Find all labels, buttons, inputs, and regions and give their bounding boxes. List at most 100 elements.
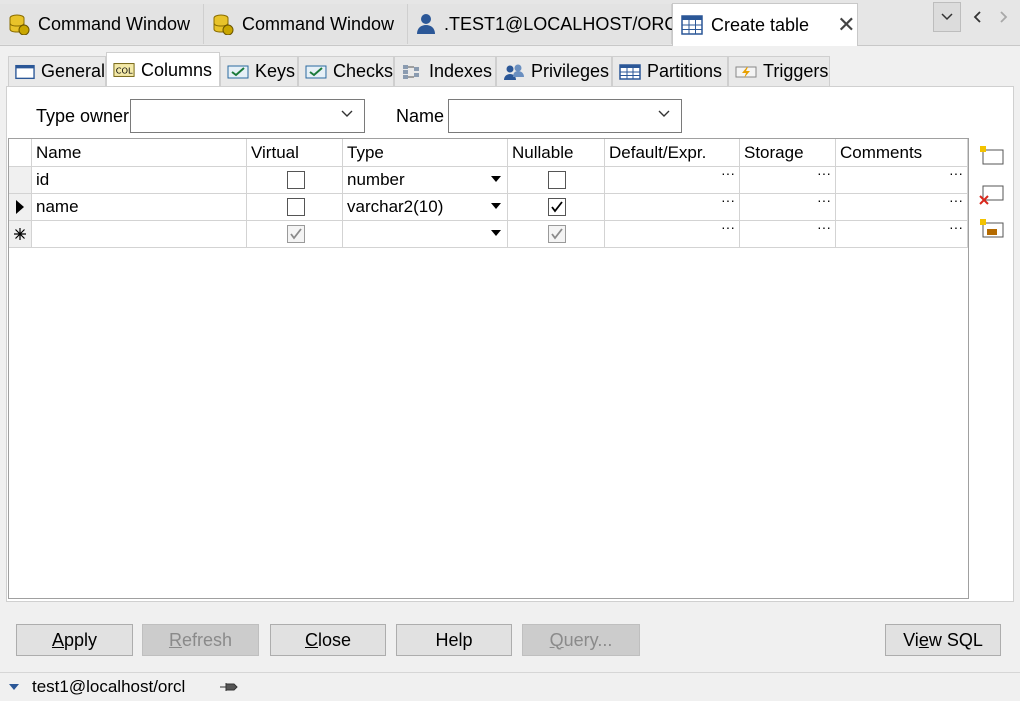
label-part: efresh xyxy=(181,629,233,650)
cell-storage[interactable]: ··· xyxy=(740,167,836,194)
doc-tab-command-window-1[interactable]: Command Window xyxy=(0,4,204,44)
cell-nullable[interactable] xyxy=(508,167,605,194)
cell-nullable[interactable] xyxy=(508,221,605,248)
doc-tab-label: Command Window xyxy=(242,13,395,34)
column-header-type[interactable]: Type xyxy=(343,139,508,167)
table-row[interactable]: id number ··· ··· ··· xyxy=(9,167,968,194)
tab-indexes[interactable]: Indexes xyxy=(394,56,496,86)
cell-storage[interactable]: ··· xyxy=(740,194,836,221)
tab-triggers[interactable]: Triggers xyxy=(728,56,830,86)
close-button[interactable]: Close xyxy=(270,624,386,656)
cell-name[interactable]: id xyxy=(32,167,247,194)
columns-icon: COL xyxy=(113,63,135,77)
ellipsis-button[interactable]: ··· xyxy=(949,221,963,235)
chevron-down-icon xyxy=(341,110,353,117)
apply-button[interactable]: Apply xyxy=(16,624,133,656)
insert-row-button[interactable] xyxy=(979,144,1005,168)
table-icon xyxy=(619,63,641,80)
tab-partitions[interactable]: Partitions xyxy=(612,56,728,86)
column-header-storage[interactable]: Storage xyxy=(740,139,836,167)
virtual-checkbox[interactable] xyxy=(287,171,305,189)
cell-type[interactable]: varchar2(10) xyxy=(343,194,508,221)
table-row[interactable]: name varchar2(10) ··· ··· ··· xyxy=(9,194,968,221)
column-header-virtual[interactable]: Virtual xyxy=(247,139,343,167)
cell-virtual[interactable] xyxy=(247,167,343,194)
row-indicator[interactable] xyxy=(9,167,32,194)
delete-row-icon xyxy=(979,185,1004,205)
tab-list-dropdown-button[interactable] xyxy=(933,2,961,32)
pin-icon[interactable] xyxy=(219,680,239,694)
name-combobox[interactable] xyxy=(448,99,682,133)
nullable-checkbox[interactable] xyxy=(548,198,566,216)
view-sql-button[interactable]: Vi e w SQL xyxy=(885,624,1001,656)
column-header-default[interactable]: Default/Expr. xyxy=(605,139,740,167)
cell-type[interactable] xyxy=(343,221,508,248)
key-check-icon xyxy=(227,65,249,78)
label-part: Vi xyxy=(903,629,919,650)
dropdown-arrow-icon[interactable] xyxy=(491,176,501,182)
cell-default[interactable]: ··· xyxy=(605,221,740,248)
virtual-checkbox[interactable] xyxy=(287,198,305,216)
ellipsis-button[interactable]: ··· xyxy=(817,221,831,235)
new-row-asterisk-icon xyxy=(14,228,26,240)
header-indicator-cell xyxy=(9,139,32,167)
document-tab-bar: Command Window Command Window .TEST1@LOC… xyxy=(0,0,1020,46)
help-button[interactable]: Help xyxy=(396,624,512,656)
cell-comments[interactable]: ··· xyxy=(836,221,968,248)
ellipsis-button[interactable]: ··· xyxy=(817,194,831,208)
cell-virtual[interactable] xyxy=(247,221,343,248)
tab-checks[interactable]: Checks xyxy=(298,56,394,86)
cell-default[interactable]: ··· xyxy=(605,167,740,194)
connection-label[interactable]: test1@localhost/orcl xyxy=(32,677,185,697)
scroll-tabs-left-button[interactable] xyxy=(963,2,991,32)
tab-columns[interactable]: COL Columns xyxy=(106,52,220,87)
table-row-new[interactable]: ··· ··· ··· xyxy=(9,221,968,248)
ellipsis-button[interactable]: ··· xyxy=(817,167,831,181)
tab-label: Triggers xyxy=(763,61,829,81)
cell-virtual[interactable] xyxy=(247,194,343,221)
tab-keys[interactable]: Keys xyxy=(220,56,298,86)
cell-comments[interactable]: ··· xyxy=(836,194,968,221)
cell-name[interactable]: name xyxy=(32,194,247,221)
cell-comments[interactable]: ··· xyxy=(836,167,968,194)
ellipsis-button[interactable]: ··· xyxy=(721,194,735,208)
delete-row-button[interactable] xyxy=(979,182,1005,206)
nullable-checkbox[interactable] xyxy=(548,171,566,189)
type-value: varchar2(10) xyxy=(347,197,444,216)
doc-tab-command-window-2[interactable]: Command Window xyxy=(204,4,408,44)
cell-default[interactable]: ··· xyxy=(605,194,740,221)
column-header-nullable[interactable]: Nullable xyxy=(508,139,605,167)
cell-nullable[interactable] xyxy=(508,194,605,221)
tab-label: General xyxy=(40,61,105,81)
virtual-checkbox[interactable] xyxy=(287,225,305,243)
dropdown-arrow-icon[interactable] xyxy=(491,203,501,209)
query-button[interactable]: Query... xyxy=(522,624,640,656)
row-indicator[interactable] xyxy=(9,194,32,221)
type-owner-combobox[interactable] xyxy=(130,99,365,133)
checkmark-icon xyxy=(551,201,563,213)
nullable-checkbox[interactable] xyxy=(548,225,566,243)
copy-row-button[interactable] xyxy=(979,217,1005,241)
dropdown-triangle-icon[interactable] xyxy=(8,683,20,691)
doc-tab-session[interactable]: .TEST1@LOCALHOST/ORCL xyxy=(408,4,687,44)
doc-tab-create-table[interactable]: Create table ✕ xyxy=(672,3,858,46)
insert-row-icon xyxy=(980,146,1004,165)
index-tree-icon xyxy=(403,64,419,79)
refresh-button[interactable]: Refresh xyxy=(142,624,259,656)
doc-tab-label: .TEST1@LOCALHOST/ORCL xyxy=(444,13,688,34)
column-header-name[interactable]: Name xyxy=(32,139,247,167)
dropdown-arrow-icon[interactable] xyxy=(491,230,501,236)
ellipsis-button[interactable]: ··· xyxy=(721,167,735,181)
tab-general[interactable]: General xyxy=(8,56,106,86)
scroll-tabs-right-button[interactable] xyxy=(990,2,1018,32)
ellipsis-button[interactable]: ··· xyxy=(949,194,963,208)
cell-name[interactable] xyxy=(32,221,247,248)
tab-privileges[interactable]: Privileges xyxy=(496,56,612,86)
row-indicator[interactable] xyxy=(9,221,32,248)
ellipsis-button[interactable]: ··· xyxy=(721,221,735,235)
cell-storage[interactable]: ··· xyxy=(740,221,836,248)
close-tab-icon[interactable]: ✕ xyxy=(837,12,855,38)
column-header-comments[interactable]: Comments xyxy=(836,139,968,167)
cell-type[interactable]: number xyxy=(343,167,508,194)
ellipsis-button[interactable]: ··· xyxy=(949,167,963,181)
